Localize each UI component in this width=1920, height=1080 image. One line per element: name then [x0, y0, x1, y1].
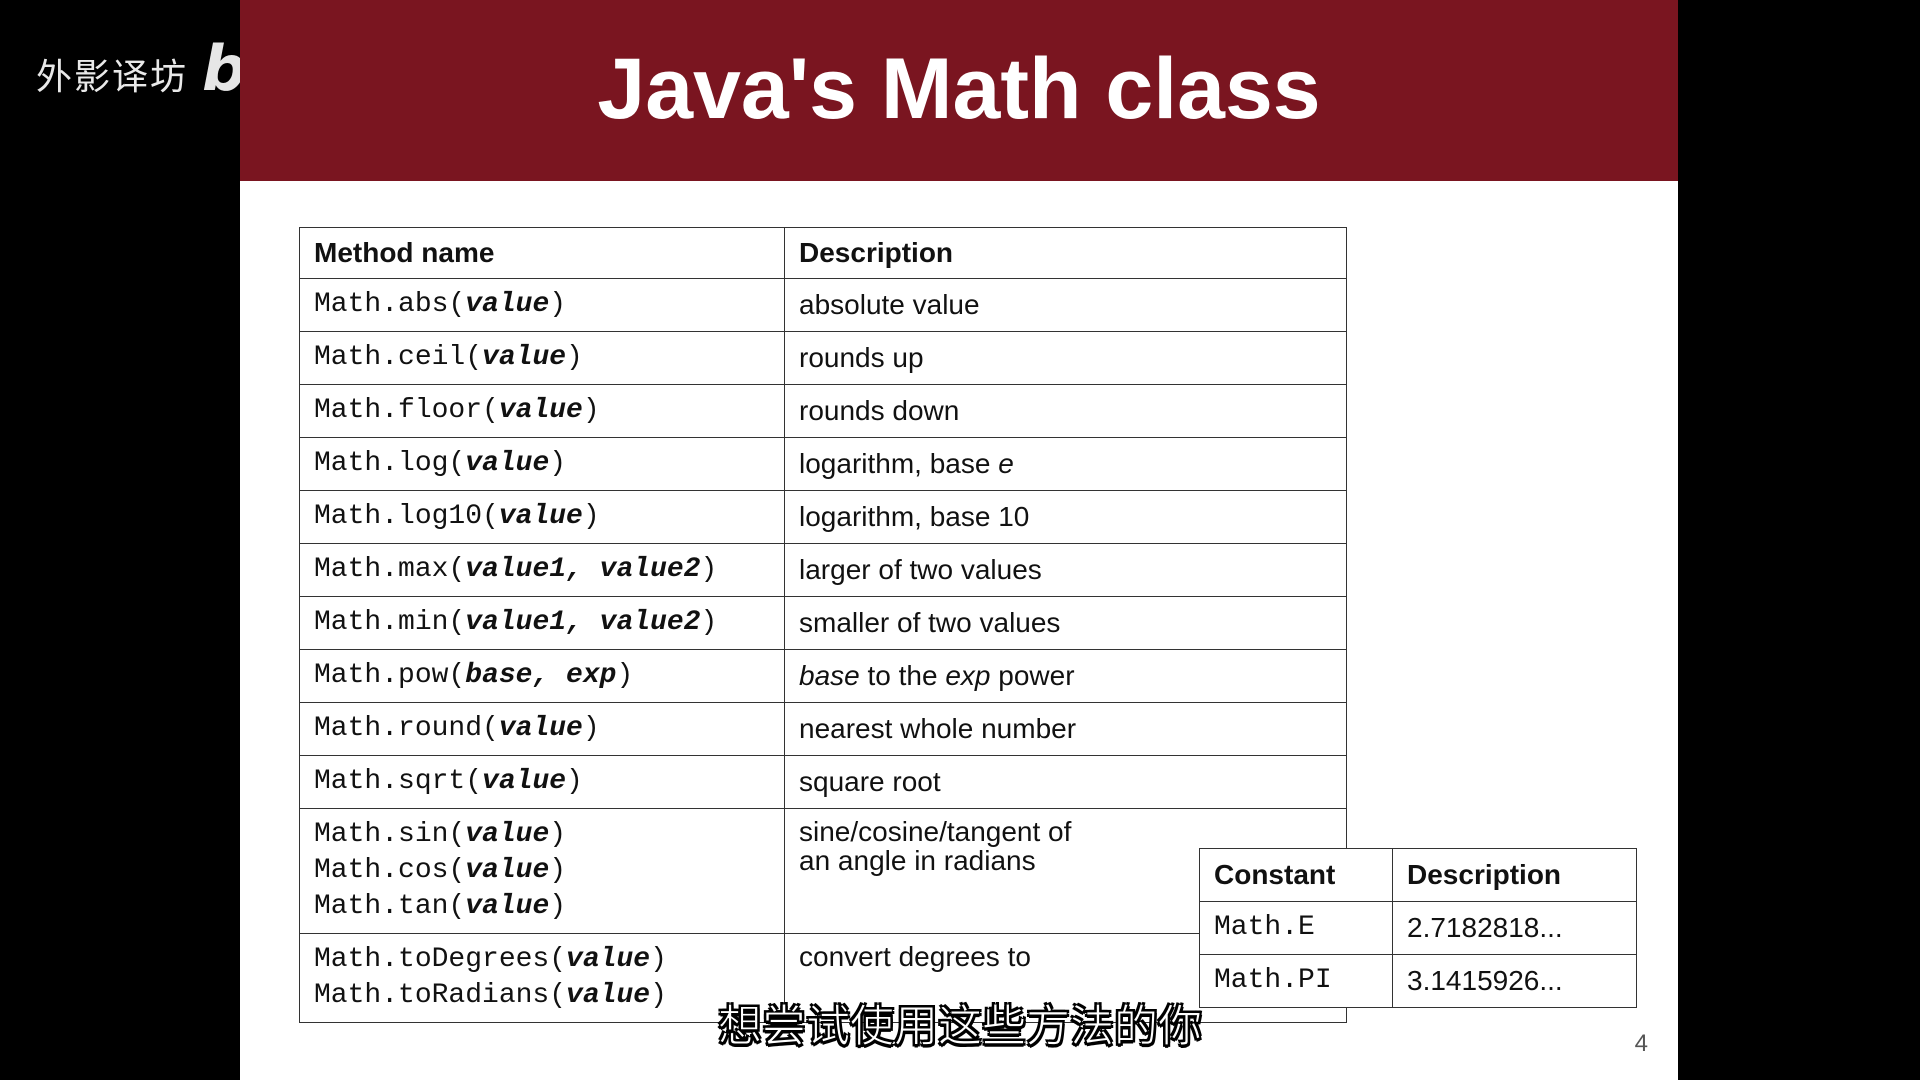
table-row: Math.abs(value) absolute value	[299, 278, 1347, 332]
description-cell: rounds down	[784, 384, 1347, 438]
table-row: Math.round(value) nearest whole number	[299, 702, 1347, 756]
slide: Java's Math class Method name Descriptio…	[240, 0, 1678, 1080]
method-name-cell: Math.log10(value)	[299, 490, 785, 544]
table-header-row: Method name Description	[299, 227, 1347, 279]
description-cell: base to the exp power	[784, 649, 1347, 703]
header-description: Description	[784, 227, 1347, 279]
method-name-cell: Math.max(value1, value2)	[299, 543, 785, 597]
table-row-trig: Math.sin(value) Math.cos(value) Math.tan…	[299, 808, 1347, 934]
constant-name: Math.E	[1199, 901, 1393, 955]
table-row: Math.max(value1, value2) larger of two va…	[299, 543, 1347, 597]
watermark-text: 外影译坊	[36, 57, 189, 98]
table-row: Math.pow(base, exp) base to the exp power	[299, 649, 1347, 703]
video-subtitle: 想尝试使用这些方法的你	[0, 990, 1920, 1054]
slide-title: Java's Math class	[597, 41, 1321, 137]
header-method-name: Method name	[299, 227, 785, 279]
description-cell: logarithm, base e	[784, 437, 1347, 491]
table-row: Math.min(value1, value2) smaller of two v…	[299, 596, 1347, 650]
header-constant-description: Description	[1392, 848, 1637, 902]
description-cell: smaller of two values	[784, 596, 1347, 650]
method-name-cell: Math.sqrt(value)	[299, 755, 785, 809]
method-tan: Math.tan(value)	[314, 891, 567, 922]
table-row: Math.floor(value) rounds down	[299, 384, 1347, 438]
method-name-cell: Math.floor(value)	[299, 384, 785, 438]
constants-table: Constant Description Math.E 2.7182818...…	[1199, 848, 1637, 1008]
description-cell: larger of two values	[784, 543, 1347, 597]
method-name-cell: Math.abs(value)	[299, 278, 785, 332]
constant-value: 2.7182818...	[1392, 901, 1637, 955]
header-constant: Constant	[1199, 848, 1393, 902]
constants-header-row: Constant Description	[1199, 848, 1637, 902]
subtitle-text: 想尝试使用这些方法的你	[718, 1001, 1203, 1053]
table-row: Math.E 2.7182818...	[1199, 901, 1637, 955]
method-cos: Math.cos(value)	[314, 855, 567, 886]
description-cell: square root	[784, 755, 1347, 809]
table-row: Math.sqrt(value) square root	[299, 755, 1347, 809]
table-row: Math.log(value) logarithm, base e	[299, 437, 1347, 491]
method-name-cell: Math.pow(base, exp)	[299, 649, 785, 703]
trig-desc-line-1: sine/cosine/tangent of	[799, 816, 1072, 847]
table-row: Math.ceil(value) rounds up	[299, 331, 1347, 385]
method-name-cell: Math.ceil(value)	[299, 331, 785, 385]
description-cell: rounds up	[784, 331, 1347, 385]
trig-methods-cell: Math.sin(value) Math.cos(value) Math.tan…	[299, 808, 785, 934]
description-cell: logarithm, base 10	[784, 490, 1347, 544]
method-name-cell: Math.log(value)	[299, 437, 785, 491]
methods-table: Method name Description Math.abs(value) a…	[299, 227, 1347, 1023]
description-cell: absolute value	[784, 278, 1347, 332]
method-name-cell: Math.round(value)	[299, 702, 785, 756]
method-sin: Math.sin(value)	[314, 819, 567, 850]
description-cell: nearest whole number	[784, 702, 1347, 756]
table-row: Math.log10(value) logarithm, base 10	[299, 490, 1347, 544]
method-name-cell: Math.min(value1, value2)	[299, 596, 785, 650]
method-todegrees: Math.toDegrees(value)	[314, 944, 667, 975]
